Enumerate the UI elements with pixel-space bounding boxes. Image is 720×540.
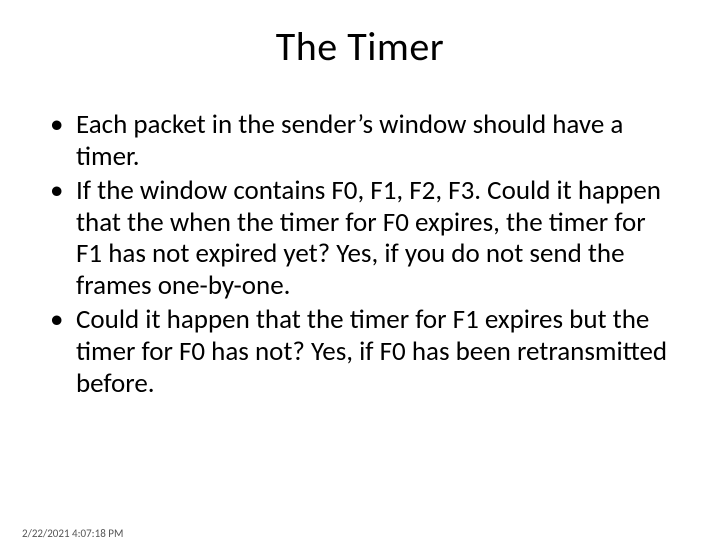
- slide: The Timer Each packet in the sender’s wi…: [0, 22, 720, 540]
- footer-timestamp: 2/22/2021 4:07:18 PM: [22, 527, 123, 540]
- slide-body: Each packet in the sender’s window shoul…: [0, 109, 720, 400]
- list-item: Each packet in the sender’s window shoul…: [46, 109, 674, 173]
- list-item: Could it happen that the timer for F1 ex…: [46, 304, 674, 400]
- list-item: If the window contains F0, F1, F2, F3. C…: [46, 175, 674, 302]
- bullet-list: Each packet in the sender’s window shoul…: [46, 109, 674, 400]
- slide-title: The Timer: [0, 22, 720, 71]
